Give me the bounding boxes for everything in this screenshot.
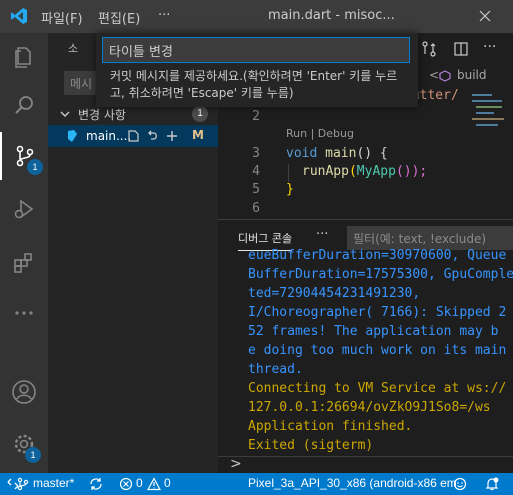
search-icon [15,96,33,114]
account-icon [12,380,36,404]
menu-more[interactable]: ··· [158,8,170,23]
changed-file-name: main.... [86,129,132,143]
sync-icon[interactable] [89,477,103,491]
console-filter-input[interactable]: 필터(예: text, !exclude) [347,226,513,250]
console-output-line: e doing too much work on its main [248,343,507,358]
line-number: 4 [252,164,260,179]
punctuation-token: ()); [395,164,428,179]
dart-file-icon [68,130,77,142]
punctuation-token: () { [356,146,388,161]
error-icon[interactable] [119,477,133,491]
modified-status: M [192,128,204,142]
accounts-button[interactable] [0,368,48,416]
more-icon [15,311,33,315]
git-branch-icon [17,477,29,491]
line-number: 5 [252,182,260,197]
line-number: 2 [252,109,260,124]
device-selector[interactable]: Pixel_3a_API_30_x86 (android-x86 em [248,476,457,490]
quick-input-field[interactable]: 타이틀 변경 [102,37,410,63]
warning-count[interactable]: 0 [164,476,171,490]
console-output-line: I/Choreographer( 7166): Skipped 2 [248,305,507,320]
scm-badge: 1 [27,159,43,175]
console-output-line: thread. [248,362,303,377]
search-button[interactable] [0,81,48,129]
code-line: } [286,182,294,197]
quick-input-message: 커밋 메시지를 제공하세요.(확인하려면 'Enter' 키를 누르고, 취소하… [110,69,398,100]
codelens-run-debug[interactable]: Run | Debug [286,127,354,140]
explorer-button[interactable] [0,33,48,81]
console-prompt-icon[interactable]: > [230,456,242,472]
open-changes-icon[interactable] [421,41,437,57]
debug-icon [14,199,34,219]
changed-file-row[interactable]: main.... M [48,125,218,147]
console-divider [218,456,513,457]
function-token: runApp [302,164,349,179]
chevron-down-icon [60,111,70,117]
bottom-panel: 디버그 콘솔 ··· 필터(예: text, !exclude) eueBuff… [218,219,513,473]
stage-changes-icon[interactable] [165,129,179,143]
console-output-line: Exited (sigterm) [248,438,374,453]
sidebar-header: 소 [68,42,79,55]
discard-changes-icon[interactable] [145,129,159,143]
console-output-line: Connecting to VM Service at ws:// [248,381,507,396]
feedback-icon[interactable] [453,477,467,491]
editor-more-icon[interactable]: ··· [483,39,496,55]
console-output-line: 127.0.0.1:26694/ovZkO9J1So8=/ws [248,400,491,415]
console-output-line: BufferDuration=17575300, GpuComple [248,267,513,282]
indent-guide [288,164,289,182]
minimap[interactable] [470,90,507,210]
menu-edit[interactable]: 편집(E) [98,8,140,27]
breadcrumb-chevron-icon: < [429,68,440,82]
title-bar: 파일(F) 편집(E) ··· main.dart - misoc... [0,0,513,33]
more-views-button[interactable] [0,289,48,337]
function-token: main [325,146,357,161]
window-title: main.dart - misoc... [268,8,395,23]
error-count[interactable]: 0 [136,476,143,490]
console-output-line: Application finished. [248,419,413,434]
manage-button[interactable]: 1 [0,420,48,468]
changes-label: 변경 사항 [78,108,126,122]
line-number: 6 [252,201,260,216]
extensions-button[interactable] [0,239,48,287]
vscode-logo-icon [11,8,27,24]
changes-count-badge: 1 [192,106,208,122]
console-output-line: 52 frames! The application may b [248,324,499,339]
keyword-token: void [286,146,318,161]
code-line: runApp(MyApp()); [302,164,427,179]
warning-icon[interactable] [147,477,161,491]
menu-file[interactable]: 파일(F) [41,8,83,27]
git-branch-status[interactable]: master* [33,476,74,490]
open-file-icon[interactable] [126,129,140,143]
breadcrumb-function[interactable]: build [457,68,487,82]
code-line: void main() { [286,146,388,161]
panel-more-icon[interactable]: ··· [316,227,328,242]
method-symbol-icon [439,70,451,82]
settings-badge: 1 [25,447,41,463]
console-output-line: eueBufferDuration=30970600, Queue [248,248,507,263]
activity-bar: 1 1 [0,33,48,473]
status-bar: master* 0 0 Pixel_3a_API_30_x86 (android… [0,473,513,495]
split-editor-icon[interactable] [453,41,469,57]
extensions-icon [14,253,32,273]
console-output-line: ted=72904454231491230, [248,286,421,301]
class-token: MyApp [356,164,396,179]
commit-message-quick-input: 타이틀 변경 커밋 메시지를 제공하세요.(확인하려면 'Enter' 키를 누… [96,33,418,107]
close-window-icon[interactable] [475,6,495,26]
run-debug-button[interactable] [0,185,48,233]
notifications-bell-icon[interactable] [484,476,500,492]
source-control-button[interactable]: 1 [0,132,48,180]
line-number: 3 [252,146,260,161]
paren-token: ( [348,164,357,179]
files-icon [15,47,31,68]
